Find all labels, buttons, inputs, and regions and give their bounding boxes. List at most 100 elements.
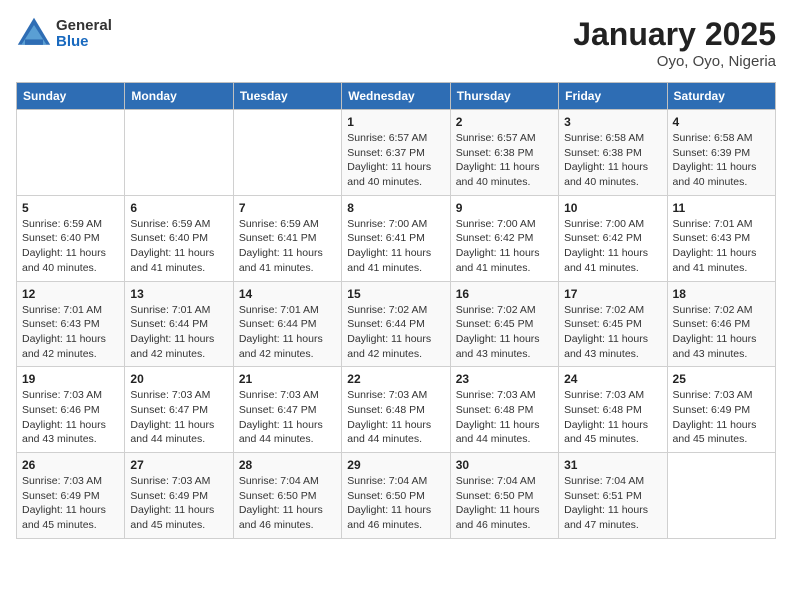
day-number: 11	[673, 201, 770, 215]
calendar-cell: 17 Sunrise: 7:02 AMSunset: 6:45 PMDayligh…	[559, 281, 667, 367]
day-info: Sunrise: 7:00 AMSunset: 6:42 PMDaylight:…	[564, 217, 661, 276]
day-info: Sunrise: 7:01 AMSunset: 6:44 PMDaylight:…	[239, 303, 336, 362]
day-number: 14	[239, 287, 336, 301]
logo: General Blue	[16, 16, 112, 52]
day-number: 29	[347, 458, 444, 472]
day-info: Sunrise: 7:01 AMSunset: 6:43 PMDaylight:…	[673, 217, 770, 276]
calendar-cell: 19 Sunrise: 7:03 AMSunset: 6:46 PMDayligh…	[17, 367, 125, 453]
day-number: 17	[564, 287, 661, 301]
calendar-cell: 27Sunrise: 7:03 AMSunset: 6:49 PMDayligh…	[125, 453, 233, 539]
calendar-cell	[667, 453, 775, 539]
calendar-body: 1Sunrise: 6:57 AMSunset: 6:37 PMDaylight…	[17, 110, 776, 539]
header-day-tuesday: Tuesday	[233, 83, 341, 110]
calendar-cell: 23 Sunrise: 7:03 AMSunset: 6:48 PMDayligh…	[450, 367, 558, 453]
calendar-cell: 18Sunrise: 7:02 AMSunset: 6:46 PMDayligh…	[667, 281, 775, 367]
day-info: Sunrise: 7:02 AMSunset: 6:44 PMDaylight:…	[347, 303, 444, 362]
calendar-cell: 4 Sunrise: 6:58 AMSunset: 6:39 PMDaylight…	[667, 110, 775, 196]
calendar-cell	[17, 110, 125, 196]
day-number: 15	[347, 287, 444, 301]
logo-blue: Blue	[56, 34, 112, 51]
day-info: Sunrise: 7:03 AMSunset: 6:49 PMDaylight:…	[22, 474, 119, 533]
header-day-saturday: Saturday	[667, 83, 775, 110]
page-title: January 2025	[573, 16, 776, 53]
day-number: 7	[239, 201, 336, 215]
day-number: 28	[239, 458, 336, 472]
day-info: Sunrise: 7:03 AMSunset: 6:48 PMDaylight:…	[456, 388, 553, 447]
day-info: Sunrise: 7:04 AMSunset: 6:51 PMDaylight:…	[564, 474, 661, 533]
day-number: 23	[456, 372, 553, 386]
day-number: 12	[22, 287, 119, 301]
day-number: 6	[130, 201, 227, 215]
day-number: 8	[347, 201, 444, 215]
day-info: Sunrise: 7:03 AMSunset: 6:48 PMDaylight:…	[347, 388, 444, 447]
day-info: Sunrise: 6:59 AMSunset: 6:40 PMDaylight:…	[130, 217, 227, 276]
header-day-thursday: Thursday	[450, 83, 558, 110]
calendar-cell: 15 Sunrise: 7:02 AMSunset: 6:44 PMDayligh…	[342, 281, 450, 367]
calendar-cell	[125, 110, 233, 196]
day-info: Sunrise: 7:00 AMSunset: 6:42 PMDaylight:…	[456, 217, 553, 276]
calendar-cell: 31 Sunrise: 7:04 AMSunset: 6:51 PMDayligh…	[559, 453, 667, 539]
logo-icon	[16, 16, 52, 52]
day-number: 4	[673, 115, 770, 129]
calendar-cell: 16 Sunrise: 7:02 AMSunset: 6:45 PMDayligh…	[450, 281, 558, 367]
calendar-cell: 20Sunrise: 7:03 AMSunset: 6:47 PMDayligh…	[125, 367, 233, 453]
day-info: Sunrise: 7:02 AMSunset: 6:45 PMDaylight:…	[564, 303, 661, 362]
calendar-week-3: 12Sunrise: 7:01 AMSunset: 6:43 PMDayligh…	[17, 281, 776, 367]
calendar-cell: 10Sunrise: 7:00 AMSunset: 6:42 PMDayligh…	[559, 195, 667, 281]
header-day-wednesday: Wednesday	[342, 83, 450, 110]
day-info: Sunrise: 7:03 AMSunset: 6:49 PMDaylight:…	[130, 474, 227, 533]
calendar-cell: 30Sunrise: 7:04 AMSunset: 6:50 PMDayligh…	[450, 453, 558, 539]
day-number: 31	[564, 458, 661, 472]
calendar-cell: 14 Sunrise: 7:01 AMSunset: 6:44 PMDayligh…	[233, 281, 341, 367]
day-number: 3	[564, 115, 661, 129]
day-info: Sunrise: 7:02 AMSunset: 6:45 PMDaylight:…	[456, 303, 553, 362]
day-number: 16	[456, 287, 553, 301]
header-day-monday: Monday	[125, 83, 233, 110]
day-info: Sunrise: 7:03 AMSunset: 6:47 PMDaylight:…	[239, 388, 336, 447]
day-info: Sunrise: 6:59 AMSunset: 6:41 PMDaylight:…	[239, 217, 336, 276]
logo-text: General Blue	[56, 18, 112, 51]
title-block: January 2025 Oyo, Oyo, Nigeria	[573, 16, 776, 70]
calendar-cell: 28 Sunrise: 7:04 AMSunset: 6:50 PMDayligh…	[233, 453, 341, 539]
calendar-cell: 13 Sunrise: 7:01 AMSunset: 6:44 PMDayligh…	[125, 281, 233, 367]
day-number: 5	[22, 201, 119, 215]
page-header: General Blue January 2025 Oyo, Oyo, Nige…	[16, 16, 776, 70]
calendar-cell: 3 Sunrise: 6:58 AMSunset: 6:38 PMDaylight…	[559, 110, 667, 196]
day-number: 22	[347, 372, 444, 386]
day-number: 19	[22, 372, 119, 386]
calendar-cell: 9 Sunrise: 7:00 AMSunset: 6:42 PMDaylight…	[450, 195, 558, 281]
calendar-week-5: 26Sunrise: 7:03 AMSunset: 6:49 PMDayligh…	[17, 453, 776, 539]
calendar-week-4: 19 Sunrise: 7:03 AMSunset: 6:46 PMDayligh…	[17, 367, 776, 453]
day-number: 24	[564, 372, 661, 386]
day-number: 9	[456, 201, 553, 215]
calendar-table: SundayMondayTuesdayWednesdayThursdayFrid…	[16, 82, 776, 539]
page-subtitle: Oyo, Oyo, Nigeria	[573, 53, 776, 70]
day-number: 18	[673, 287, 770, 301]
calendar-cell: 25Sunrise: 7:03 AMSunset: 6:49 PMDayligh…	[667, 367, 775, 453]
calendar-week-2: 5 Sunrise: 6:59 AMSunset: 6:40 PMDaylight…	[17, 195, 776, 281]
day-info: Sunrise: 7:01 AMSunset: 6:44 PMDaylight:…	[130, 303, 227, 362]
day-number: 20	[130, 372, 227, 386]
day-number: 30	[456, 458, 553, 472]
calendar-cell: 7 Sunrise: 6:59 AMSunset: 6:41 PMDaylight…	[233, 195, 341, 281]
calendar-cell: 2Sunrise: 6:57 AMSunset: 6:38 PMDaylight…	[450, 110, 558, 196]
day-info: Sunrise: 7:04 AMSunset: 6:50 PMDaylight:…	[347, 474, 444, 533]
header-day-friday: Friday	[559, 83, 667, 110]
day-info: Sunrise: 7:04 AMSunset: 6:50 PMDaylight:…	[239, 474, 336, 533]
day-info: Sunrise: 6:58 AMSunset: 6:38 PMDaylight:…	[564, 131, 661, 190]
calendar-cell: 26Sunrise: 7:03 AMSunset: 6:49 PMDayligh…	[17, 453, 125, 539]
calendar-cell: 21 Sunrise: 7:03 AMSunset: 6:47 PMDayligh…	[233, 367, 341, 453]
calendar-header-row: SundayMondayTuesdayWednesdayThursdayFrid…	[17, 83, 776, 110]
calendar-cell	[233, 110, 341, 196]
day-number: 13	[130, 287, 227, 301]
day-number: 21	[239, 372, 336, 386]
day-info: Sunrise: 6:58 AMSunset: 6:39 PMDaylight:…	[673, 131, 770, 190]
calendar-cell: 22 Sunrise: 7:03 AMSunset: 6:48 PMDayligh…	[342, 367, 450, 453]
day-info: Sunrise: 6:57 AMSunset: 6:37 PMDaylight:…	[347, 131, 444, 190]
calendar-cell: 29 Sunrise: 7:04 AMSunset: 6:50 PMDayligh…	[342, 453, 450, 539]
header-day-sunday: Sunday	[17, 83, 125, 110]
calendar-cell: 8Sunrise: 7:00 AMSunset: 6:41 PMDaylight…	[342, 195, 450, 281]
calendar-week-1: 1Sunrise: 6:57 AMSunset: 6:37 PMDaylight…	[17, 110, 776, 196]
day-info: Sunrise: 7:03 AMSunset: 6:46 PMDaylight:…	[22, 388, 119, 447]
day-number: 25	[673, 372, 770, 386]
